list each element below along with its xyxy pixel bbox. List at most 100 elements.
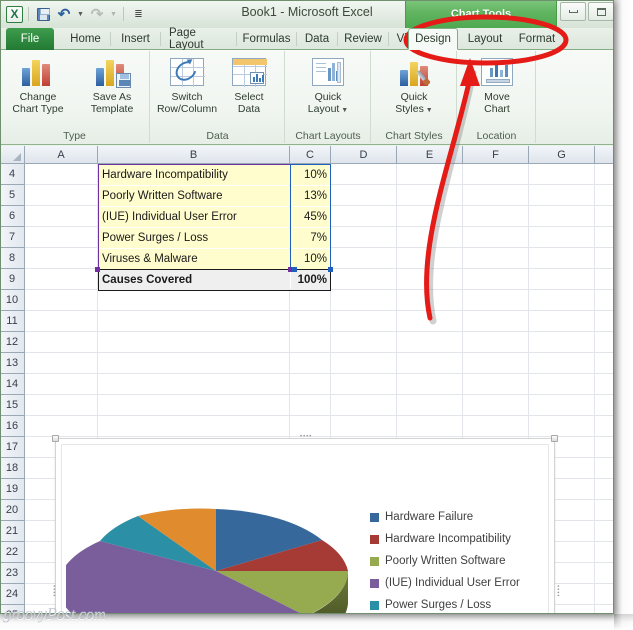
cell-c9[interactable]: 100%: [291, 270, 330, 290]
pie-chart-graphic[interactable]: [58, 463, 366, 614]
column-header-h[interactable]: [595, 146, 614, 163]
maximize-button[interactable]: [588, 2, 614, 21]
label-line-1: Change: [19, 91, 57, 103]
cell-b5[interactable]: Poorly Written Software: [99, 186, 290, 206]
column-header-c[interactable]: C: [290, 146, 331, 163]
row-label: 23: [5, 567, 19, 579]
button-label: Quick Styles ▼: [395, 91, 432, 117]
row-header-6[interactable]: 6: [0, 206, 24, 227]
worksheet-grid[interactable]: A B C D E F G 4 5 6 7 8 9 10 11 12 13 14…: [0, 146, 614, 614]
column-label: A: [57, 148, 65, 161]
row-label: 14: [5, 378, 19, 390]
cell-c7[interactable]: 7%: [291, 228, 330, 248]
chart-resize-handle-ne[interactable]: [551, 435, 558, 442]
tab-label: Format: [518, 33, 556, 45]
row-header-20[interactable]: 20: [0, 500, 24, 521]
chart-resize-handle-n[interactable]: ••••: [300, 434, 312, 440]
tab-formulas[interactable]: Formulas: [238, 28, 295, 50]
row-header-24[interactable]: 24: [0, 584, 24, 605]
tab-data[interactable]: Data: [298, 28, 336, 50]
cell-b9[interactable]: Causes Covered: [99, 270, 290, 290]
chevron-down-icon[interactable]: ▼: [339, 107, 348, 114]
select-data-button[interactable]: Select Data: [213, 53, 285, 115]
cell-c6[interactable]: 45%: [291, 207, 330, 227]
button-label: Change Chart Type: [12, 91, 63, 115]
tab-label: Insert: [121, 33, 150, 45]
cell-b8[interactable]: Viruses & Malware: [99, 249, 290, 269]
column-header-d[interactable]: D: [331, 146, 397, 163]
minimize-button[interactable]: [560, 2, 586, 21]
chevron-down-icon[interactable]: ▼: [424, 107, 433, 114]
ribbon-group-type: Change Chart Type Save As Template Type: [0, 51, 150, 143]
change-chart-type-button[interactable]: Change Chart Type: [2, 53, 74, 115]
row-header-12[interactable]: 12: [0, 332, 24, 353]
row-header-16[interactable]: 16: [0, 416, 24, 437]
column-header-f[interactable]: F: [463, 146, 529, 163]
group-label: Location: [476, 130, 517, 142]
select-all-corner[interactable]: [0, 146, 25, 163]
row-header-18[interactable]: 18: [0, 458, 24, 479]
move-chart-button[interactable]: Move Chart: [461, 53, 533, 115]
row-header-4[interactable]: 4: [0, 164, 24, 185]
row-header-11[interactable]: 11: [0, 311, 24, 332]
window-controls: [560, 2, 614, 21]
row-header-8[interactable]: 8: [0, 248, 24, 269]
row-headers: 4 5 6 7 8 9 10 11 12 13 14 15 16 17 18 1…: [0, 164, 25, 614]
legend-label: Hardware Incompatibility: [385, 533, 511, 545]
column-header-a[interactable]: A: [25, 146, 98, 163]
row-label: 8: [8, 252, 16, 264]
row-header-22[interactable]: 22: [0, 542, 24, 563]
tab-insert[interactable]: Insert: [112, 28, 159, 50]
tab-layout[interactable]: Layout: [460, 28, 510, 50]
cell-text: Power Surges / Loss: [102, 232, 209, 244]
tab-design[interactable]: Design: [408, 28, 458, 50]
range-handle[interactable]: [292, 267, 297, 272]
switch-row-column-icon: [166, 53, 208, 91]
ribbon-group-chart-styles: Quick Styles ▼ Chart Styles: [372, 51, 457, 143]
chart-resize-handle-w[interactable]: ••••: [50, 585, 56, 597]
row-header-21[interactable]: 21: [0, 521, 24, 542]
tab-home[interactable]: Home: [62, 28, 109, 50]
chart-resize-handle-e[interactable]: ••••: [554, 585, 560, 597]
column-header-b[interactable]: B: [98, 146, 290, 163]
column-header-g[interactable]: G: [529, 146, 595, 163]
row-header-17[interactable]: 17: [0, 437, 24, 458]
row-header-19[interactable]: 19: [0, 479, 24, 500]
chart-object[interactable]: •••• •••• •••• ••••: [50, 434, 560, 614]
quick-styles-button[interactable]: Quick Styles ▼: [378, 53, 450, 117]
tab-label: Layout: [467, 33, 503, 45]
label-line-2: Styles: [395, 103, 424, 115]
cell-c8[interactable]: 10%: [291, 249, 330, 269]
label-line-1: Quick: [314, 91, 342, 103]
row-header-10[interactable]: 10: [0, 290, 24, 311]
range-handle[interactable]: [328, 267, 333, 272]
row-header-7[interactable]: 7: [0, 227, 24, 248]
row-header-14[interactable]: 14: [0, 374, 24, 395]
row-label: 6: [8, 210, 16, 222]
cell-b4[interactable]: Hardware Incompatibility: [99, 165, 290, 185]
range-handle[interactable]: [95, 267, 100, 272]
chart-resize-handle-nw[interactable]: [52, 435, 59, 442]
cell-c4[interactable]: 10%: [291, 165, 330, 185]
chart-legend[interactable]: Hardware Failure Hardware Incompatibilit…: [370, 511, 520, 614]
tab-page-layout[interactable]: Page Layout: [162, 27, 235, 51]
save-as-template-button[interactable]: Save As Template: [76, 53, 148, 115]
row-label: 10: [5, 294, 19, 306]
cell-c5[interactable]: 13%: [291, 186, 330, 206]
row-header-5[interactable]: 5: [0, 185, 24, 206]
cell-b6[interactable]: (IUE) Individual User Error: [99, 207, 290, 227]
tab-format[interactable]: Format: [511, 28, 563, 50]
row-label: 7: [8, 231, 16, 243]
row-header-13[interactable]: 13: [0, 353, 24, 374]
column-header-e[interactable]: E: [397, 146, 463, 163]
change-chart-type-icon: [17, 53, 59, 91]
quick-layout-button[interactable]: Quick Layout ▼: [292, 53, 364, 117]
row-header-9[interactable]: 9: [0, 269, 24, 290]
tab-review[interactable]: Review: [339, 28, 387, 50]
select-data-icon: [228, 53, 270, 91]
label-line-1: Quick: [400, 91, 428, 103]
cell-b7[interactable]: Power Surges / Loss: [99, 228, 290, 248]
row-header-23[interactable]: 23: [0, 563, 24, 584]
tab-file[interactable]: File: [6, 28, 54, 50]
row-header-15[interactable]: 15: [0, 395, 24, 416]
